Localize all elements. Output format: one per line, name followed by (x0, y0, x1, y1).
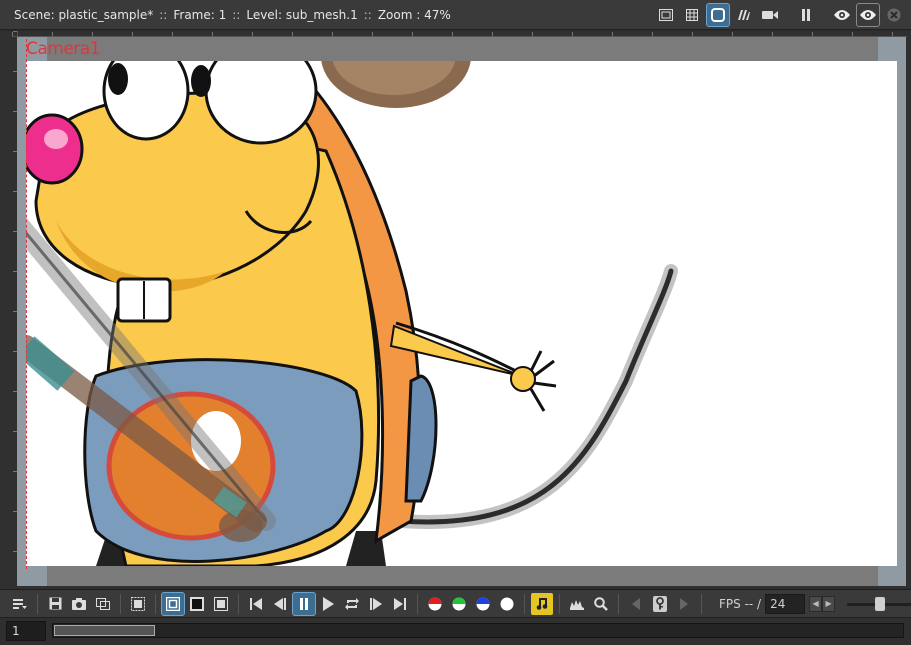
play-icon[interactable] (317, 593, 339, 615)
define-subcamera-icon[interactable] (127, 593, 149, 615)
last-frame-icon[interactable] (389, 593, 411, 615)
viewer-area[interactable]: Camera1 (0, 31, 911, 589)
camera-view-icon[interactable] (706, 3, 730, 27)
frame-field[interactable]: 1 (6, 621, 46, 641)
separator: :: (363, 7, 372, 22)
prev-key-icon[interactable] (625, 593, 647, 615)
viewer-info: Scene: plastic_sample*:: Frame: 1:: Level:… (0, 8, 451, 22)
menu-icon[interactable] (9, 593, 31, 615)
fps-slider[interactable] (847, 596, 911, 612)
next-key-icon[interactable] (673, 593, 695, 615)
prev-frame-icon[interactable] (269, 593, 291, 615)
freeze-icon[interactable] (795, 4, 817, 26)
camera-boundary-line (26, 39, 27, 569)
key-icon[interactable] (649, 593, 671, 615)
frame-slider[interactable] (52, 623, 904, 638)
close-icon[interactable] (883, 4, 905, 26)
field-guide-icon[interactable] (681, 4, 703, 26)
pause-icon[interactable] (292, 591, 316, 616)
green-channel-icon[interactable] (448, 593, 470, 615)
camera-stand-icon[interactable] (759, 4, 781, 26)
viewer-toolbar: FPS -- / ◀ ▶ (0, 589, 911, 617)
level-info: Level: sub_mesh.1 (246, 7, 358, 22)
fps-stepper[interactable]: ◀ ▶ (809, 595, 836, 612)
black-bg-icon[interactable] (186, 593, 208, 615)
safe-area-icon[interactable] (655, 4, 677, 26)
zoom-icon[interactable] (590, 593, 612, 615)
subcamera-preview-icon[interactable] (856, 3, 880, 27)
blue-channel-icon[interactable] (472, 593, 494, 615)
next-frame-icon[interactable] (365, 593, 387, 615)
zoom-info: Zoom : 47% (377, 7, 451, 22)
table-view-icon[interactable] (733, 4, 755, 26)
separator: :: (232, 7, 241, 22)
character-artwork (26, 61, 678, 566)
loop-icon[interactable] (341, 593, 363, 615)
sound-icon[interactable] (531, 592, 553, 615)
alpha-channel-icon[interactable] (496, 593, 518, 615)
white-bg-icon[interactable] (210, 593, 232, 615)
camera-label: Camera1 (26, 39, 101, 59)
red-channel-icon[interactable] (424, 593, 446, 615)
first-frame-icon[interactable] (245, 593, 267, 615)
separator: :: (159, 7, 168, 22)
viewer-titlebar: Scene: plastic_sample*:: Frame: 1:: Level:… (0, 0, 911, 30)
camera-frame[interactable] (26, 61, 897, 566)
fps-slider-handle[interactable] (875, 596, 886, 611)
preview-icon[interactable] (831, 4, 853, 26)
histogram-icon[interactable] (566, 593, 588, 615)
frame-info: Frame: 1 (173, 7, 227, 22)
fps-field[interactable] (765, 593, 806, 614)
checkerboard-bg-icon[interactable] (161, 591, 185, 616)
save-icon[interactable] (44, 593, 66, 615)
fps-increase-icon[interactable]: ▶ (822, 595, 836, 612)
frame-navigator: 1 (0, 617, 911, 645)
frame-slider-thumb[interactable] (54, 625, 155, 636)
compare-icon[interactable] (92, 593, 114, 615)
snapshot-icon[interactable] (68, 593, 90, 615)
fps-label: FPS -- / (719, 596, 762, 611)
scene-name: Scene: plastic_sample* (14, 7, 154, 22)
fps-decrease-icon[interactable]: ◀ (809, 595, 823, 612)
